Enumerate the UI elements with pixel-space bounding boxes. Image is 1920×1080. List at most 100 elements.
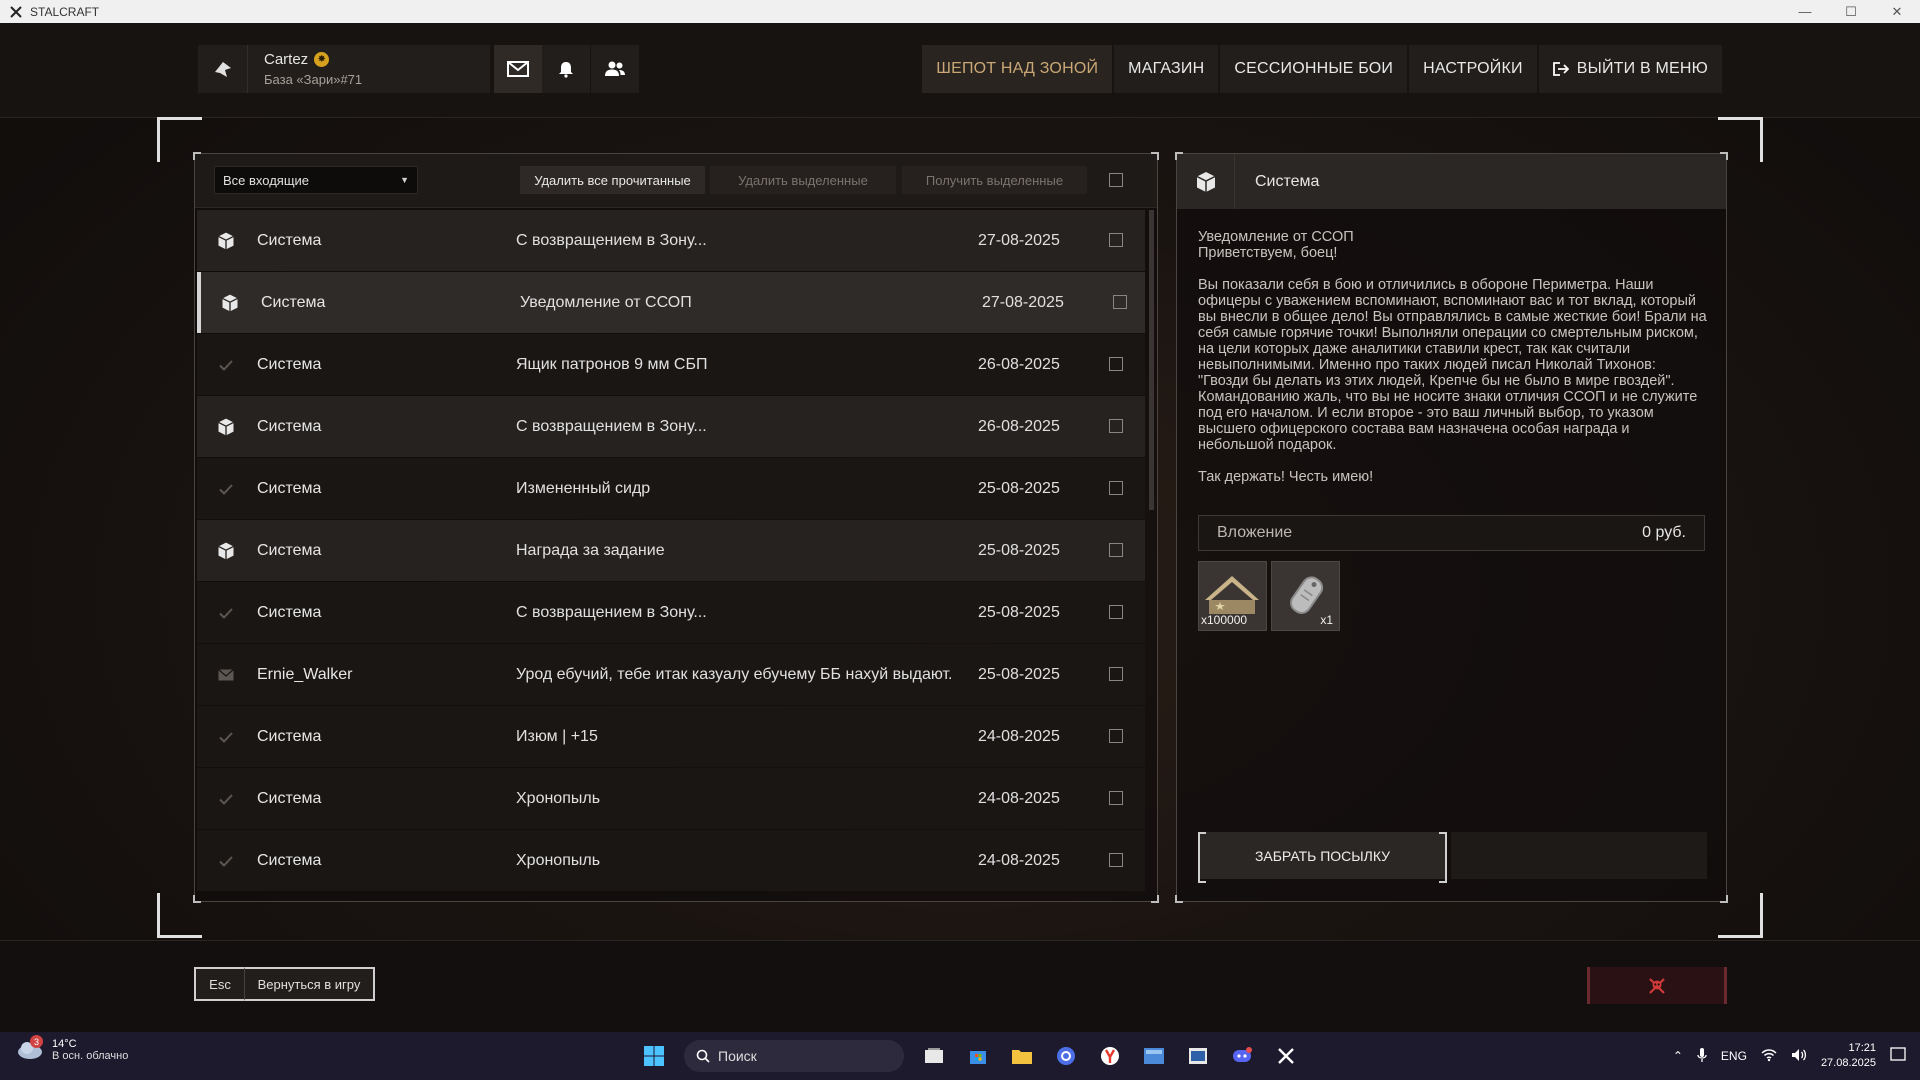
tray-overflow-icon[interactable]: ⌃ xyxy=(1673,1049,1683,1063)
nav-whisper-over-zone[interactable]: ШЕПОТ НАД ЗОНОЙ xyxy=(922,45,1113,93)
mail-subject: Хронопыль xyxy=(516,789,601,807)
mail-subject: С возвращением в Зону... xyxy=(516,231,707,249)
volume-icon[interactable] xyxy=(1791,1048,1807,1065)
mail-date: 25-08-2025 xyxy=(978,479,1060,497)
mail-row[interactable]: Система Хронопыль 24-08-2025 xyxy=(197,768,1145,829)
package-icon xyxy=(1177,154,1235,209)
package-icon xyxy=(211,226,241,256)
friends-button[interactable] xyxy=(591,45,639,93)
mail-list: Система С возвращением в Зону... 27-08-202… xyxy=(197,210,1145,898)
yandex-browser-icon[interactable] xyxy=(1092,1038,1128,1074)
mail-row[interactable]: Система С возвращением в Зону... 26-08-202… xyxy=(197,396,1145,457)
store-icon[interactable] xyxy=(960,1038,996,1074)
task-view-icon[interactable] xyxy=(916,1038,952,1074)
attachment-bar: Вложение 0 руб. xyxy=(1198,515,1705,551)
notifications-button[interactable] xyxy=(542,45,590,93)
mail-row[interactable]: Система Измененный сидр 25-08-2025 xyxy=(197,458,1145,519)
package-icon xyxy=(211,412,241,442)
mail-select-checkbox[interactable] xyxy=(1109,481,1123,495)
mail-date: 24-08-2025 xyxy=(978,789,1060,807)
mail-select-checkbox[interactable] xyxy=(1109,543,1123,557)
mail-select-checkbox[interactable] xyxy=(1109,853,1123,867)
main-navigation: ШЕПОТ НАД ЗОНОЙ МАГАЗИН СЕССИОННЫЕ БОИ Н… xyxy=(922,45,1722,93)
mail-select-checkbox[interactable] xyxy=(1109,357,1123,371)
return-to-game-button[interactable]: Esc Вернуться в игру xyxy=(194,967,375,1001)
player-base: База «Зари»#71 xyxy=(264,72,363,87)
profile-card[interactable]: Cartez ✸ База «Зари»#71 xyxy=(198,45,490,93)
mail-sender: Ernie_Walker xyxy=(257,665,353,683)
mail-subject: Ящик патронов 9 мм СБП xyxy=(516,355,708,373)
mail-select-checkbox[interactable] xyxy=(1113,295,1127,309)
mail-select-checkbox[interactable] xyxy=(1109,419,1123,433)
attachment-items: x100000 x1 xyxy=(1198,561,1340,631)
mail-date: 25-08-2025 xyxy=(978,541,1060,559)
mail-select-checkbox[interactable] xyxy=(1109,667,1123,681)
mail-detail-panel: Система Уведомление от ССОП Приветствуем,… xyxy=(1175,152,1728,903)
mail-select-checkbox[interactable] xyxy=(1109,729,1123,743)
system-clock[interactable]: 17:21 27.08.2025 xyxy=(1821,1041,1876,1071)
weather-widget[interactable]: 3 14°C В осн. облачно xyxy=(16,1035,128,1062)
nav-shop[interactable]: МАГАЗИН xyxy=(1114,45,1219,93)
mail-row[interactable]: Система Хронопыль 24-08-2025 xyxy=(197,830,1145,891)
mail-row[interactable]: Ernie_Walker Урод ебучий, тебе итак казуа… xyxy=(197,644,1145,705)
close-window-button[interactable]: ✕ xyxy=(1874,0,1920,23)
mail-row[interactable]: Система Ящик патронов 9 мм СБП 26-08-2025 xyxy=(197,334,1145,395)
mail-detail-header: Система xyxy=(1177,154,1726,209)
mail-date: 27-08-2025 xyxy=(978,231,1060,249)
notification-center-icon[interactable] xyxy=(1890,1046,1906,1066)
envelope-icon xyxy=(211,660,241,690)
check-icon xyxy=(211,474,241,504)
mail-select-checkbox[interactable] xyxy=(1109,791,1123,805)
friends-icon xyxy=(605,61,625,76)
nav-session-battles[interactable]: СЕССИОННЫЕ БОИ xyxy=(1220,45,1408,93)
mail-subject: Изюм | +15 xyxy=(516,727,598,745)
reputation-item[interactable]: x100000 xyxy=(1198,561,1267,631)
token-item[interactable]: x1 xyxy=(1271,561,1340,631)
mail-sender: Система xyxy=(257,231,322,249)
check-icon xyxy=(211,350,241,380)
nav-settings[interactable]: НАСТРОЙКИ xyxy=(1409,45,1537,93)
maximize-button[interactable]: ☐ xyxy=(1828,0,1874,23)
mail-date: 27-08-2025 xyxy=(982,293,1064,311)
stalcraft-taskbar-icon[interactable] xyxy=(1268,1038,1304,1074)
nav-exit-to-menu[interactable]: ВЫЙТИ В МЕНЮ xyxy=(1538,45,1722,93)
mail-sender: Система xyxy=(257,541,322,559)
mail-row[interactable]: Система Изюм | +15 24-08-2025 xyxy=(197,706,1145,767)
file-explorer-icon[interactable] xyxy=(1004,1038,1040,1074)
mail-sender: Система xyxy=(257,479,322,497)
mail-row[interactable]: Система С возвращением в Зону... 25-08-202… xyxy=(197,582,1145,643)
minimize-button[interactable]: — xyxy=(1782,0,1828,23)
mail-row[interactable]: Система С возвращением в Зону... 27-08-202… xyxy=(197,210,1145,271)
mail-sender: Система xyxy=(257,417,322,435)
windows-start-icon[interactable] xyxy=(636,1038,672,1074)
microphone-icon[interactable] xyxy=(1697,1047,1707,1066)
input-language[interactable]: ENG xyxy=(1721,1049,1747,1063)
app-icon-blue[interactable] xyxy=(1048,1038,1084,1074)
windows-taskbar: 3 14°C В осн. облачно Поиск ⌃ ENG 17:21 … xyxy=(0,1032,1920,1080)
select-all-checkbox[interactable] xyxy=(1109,173,1123,187)
mail-subject: Измененный сидр xyxy=(516,479,651,497)
mail-subject: С возвращением в Зону... xyxy=(516,417,707,435)
claim-package-button[interactable]: ЗАБРАТЬ ПОСЫЛКУ xyxy=(1198,832,1447,883)
delete-selected-button[interactable]: Удалить выделенные xyxy=(710,166,896,194)
mail-button[interactable] xyxy=(494,45,542,93)
screen-app-icon[interactable] xyxy=(1136,1038,1172,1074)
mail-filter-select[interactable]: Все входящие ▼ xyxy=(214,166,418,194)
mail-select-checkbox[interactable] xyxy=(1109,233,1123,247)
terminal-app-icon[interactable] xyxy=(1180,1038,1216,1074)
top-bar: Cartez ✸ База «Зари»#71 ШЕПОТ НАД ЗОНОЙ М… xyxy=(0,23,1920,118)
mail-select-checkbox[interactable] xyxy=(1109,605,1123,619)
wifi-icon[interactable] xyxy=(1761,1048,1777,1065)
receive-selected-button[interactable]: Получить выделенные xyxy=(902,166,1087,194)
player-nickname: Cartez xyxy=(264,51,309,68)
delete-all-read-button[interactable]: Удалить все прочитанные xyxy=(520,166,705,194)
package-icon xyxy=(215,288,245,318)
report-button[interactable] xyxy=(1587,967,1727,1004)
weather-badge: 3 xyxy=(30,1035,43,1048)
premium-star-icon: ✸ xyxy=(314,52,330,67)
mail-list-scrollbar[interactable] xyxy=(1149,210,1154,510)
mail-row[interactable]: Система Уведомление от ССОП 27-08-2025 xyxy=(197,272,1145,333)
discord-icon[interactable] xyxy=(1224,1038,1260,1074)
taskbar-search[interactable]: Поиск xyxy=(684,1040,904,1072)
mail-row[interactable]: Система Награда за задание 25-08-2025 xyxy=(197,520,1145,581)
